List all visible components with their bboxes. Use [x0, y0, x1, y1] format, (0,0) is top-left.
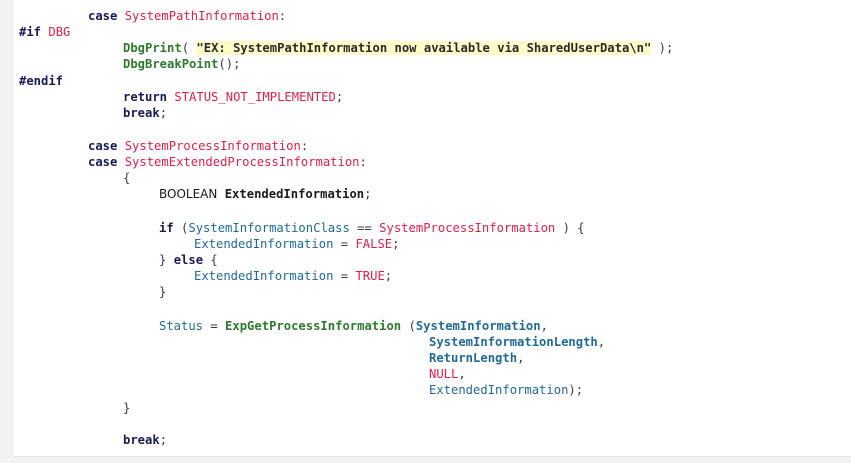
code-line: {: [123, 171, 131, 185]
code-line: break;: [123, 433, 168, 447]
code-line: ExtendedInformation = TRUE;: [194, 269, 393, 283]
code-line: } else {: [159, 253, 218, 267]
code-line: DbgBreakPoint();: [123, 57, 241, 71]
code-line: return STATUS_NOT_IMPLEMENTED;: [123, 90, 344, 104]
code-editor[interactable]: case SystemPathInformation: #if DBG DbgP…: [14, 0, 851, 457]
code-line: ExtendedInformation);: [429, 383, 584, 397]
code-line: BOOLEAN ExtendedInformation;: [159, 187, 372, 201]
code-line: #if DBG: [19, 25, 71, 39]
code-line: #endif: [19, 74, 64, 88]
code-line: SystemInformationLength,: [429, 335, 606, 349]
code-line: case SystemPathInformation:: [88, 9, 287, 23]
code-line: if (SystemInformationClass == SystemProc…: [159, 221, 585, 235]
code-line: }: [123, 401, 131, 415]
code-line: }: [159, 285, 167, 299]
code-line: ExtendedInformation = FALSE;: [194, 237, 400, 251]
code-line: ReturnLength,: [429, 351, 525, 365]
code-line: break;: [123, 106, 168, 120]
code-line: case SystemExtendedProcessInformation:: [88, 155, 367, 169]
code-line: case SystemProcessInformation:: [88, 139, 309, 153]
code-line: DbgPrint( "EX: SystemPathInformation now…: [123, 41, 674, 55]
code-line: Status = ExpGetProcessInformation (Syste…: [159, 319, 548, 333]
code-line: NULL,: [429, 367, 466, 381]
